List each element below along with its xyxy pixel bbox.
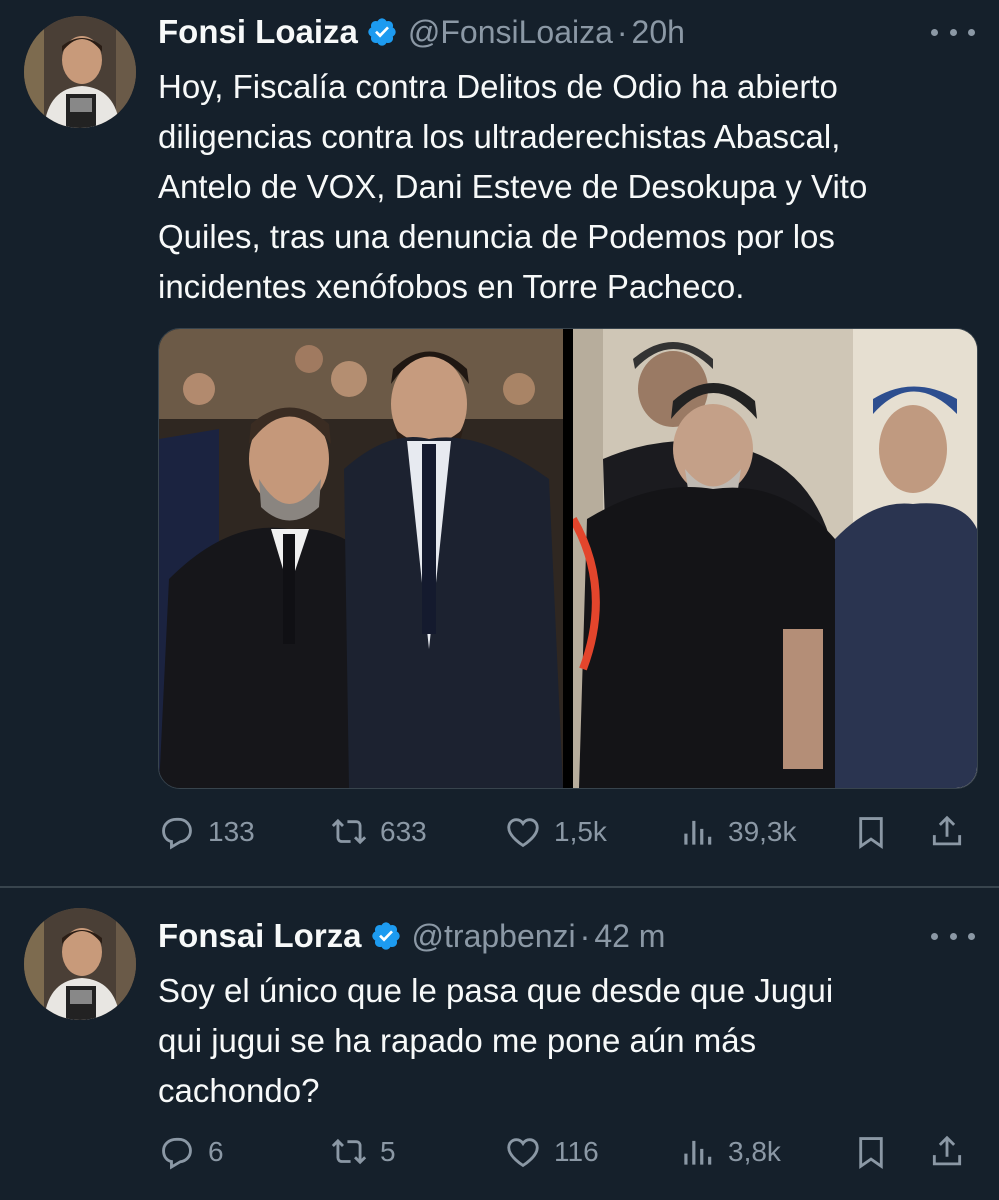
share-button[interactable] bbox=[928, 1132, 966, 1172]
bookmark-icon bbox=[859, 817, 883, 849]
views-icon bbox=[684, 1140, 712, 1165]
views-icon bbox=[684, 820, 712, 845]
avatar-photo bbox=[24, 908, 136, 1020]
bookmark-icon bbox=[859, 1137, 883, 1169]
tweet-media[interactable] bbox=[158, 328, 978, 789]
author-name[interactable]: Fonsi Loaiza bbox=[158, 13, 358, 51]
share-icon bbox=[932, 1135, 962, 1166]
views-button[interactable]: 3,8k bbox=[678, 1132, 781, 1172]
retweet-button[interactable]: 633 bbox=[330, 812, 427, 852]
tweet-text: Soy el único que le pasa que desde que J… bbox=[158, 972, 834, 1109]
avatar[interactable] bbox=[24, 16, 136, 128]
more-options-icon[interactable] bbox=[931, 916, 975, 956]
author-handle[interactable]: @trapbenzi bbox=[412, 918, 576, 955]
like-button[interactable]: 1,5k bbox=[504, 812, 607, 852]
reply-count: 6 bbox=[208, 1136, 224, 1167]
tweet-actions: 6 5 116 3,8k bbox=[158, 1132, 975, 1172]
verified-badge-icon bbox=[368, 18, 396, 46]
reply-icon bbox=[162, 1137, 192, 1170]
like-count: 1,5k bbox=[554, 816, 607, 847]
tweet-text: Hoy, Fiscalía contra Delitos de Odio ha … bbox=[158, 68, 868, 305]
verified-badge-icon bbox=[371, 922, 400, 950]
separator: · bbox=[579, 917, 591, 954]
avatar-photo bbox=[24, 16, 136, 128]
share-icon bbox=[932, 815, 962, 846]
retweet-icon bbox=[331, 1138, 367, 1165]
author-name[interactable]: Fonsai Lorza bbox=[158, 917, 362, 955]
reply-count: 133 bbox=[208, 816, 255, 847]
bookmark-button[interactable] bbox=[852, 1132, 890, 1172]
reply-button[interactable]: 6 bbox=[158, 1132, 224, 1172]
views-count: 3,8k bbox=[728, 1136, 781, 1167]
tweet[interactable]: Fonsai Lorza @trapbenzi · 42 m Soy el ún… bbox=[0, 888, 999, 1200]
photo-image bbox=[159, 329, 563, 788]
retweet-button[interactable]: 5 bbox=[330, 1132, 396, 1172]
timestamp[interactable]: 42 m bbox=[594, 918, 665, 955]
reply-button[interactable]: 133 bbox=[158, 812, 255, 852]
photo-image bbox=[573, 329, 977, 788]
heart-icon bbox=[507, 1138, 539, 1168]
photo-left[interactable] bbox=[159, 329, 563, 788]
bookmark-button[interactable] bbox=[852, 812, 890, 852]
separator: · bbox=[616, 13, 628, 50]
like-count: 116 bbox=[554, 1136, 599, 1167]
views-count: 39,3k bbox=[728, 816, 797, 847]
like-button[interactable]: 116 bbox=[504, 1132, 599, 1172]
tweet[interactable]: Fonsi Loaiza @FonsiLoaiza · 20h Hoy, Fis… bbox=[0, 0, 999, 886]
tweet-actions: 133 633 1,5k 39,3k bbox=[158, 812, 975, 852]
views-button[interactable]: 39,3k bbox=[678, 812, 797, 852]
timestamp[interactable]: 20h bbox=[632, 14, 685, 51]
photo-right[interactable] bbox=[573, 329, 977, 788]
avatar[interactable] bbox=[24, 908, 136, 1020]
retweet-icon bbox=[331, 818, 367, 845]
share-button[interactable] bbox=[928, 812, 966, 852]
reply-icon bbox=[162, 817, 192, 850]
tweet-header: Fonsi Loaiza @FonsiLoaiza · 20h bbox=[158, 12, 975, 52]
retweet-count: 633 bbox=[380, 816, 427, 847]
more-options-icon[interactable] bbox=[931, 12, 975, 52]
retweet-count: 5 bbox=[380, 1136, 396, 1167]
author-handle[interactable]: @FonsiLoaiza bbox=[408, 14, 613, 51]
heart-icon bbox=[507, 818, 539, 848]
tweet-header: Fonsai Lorza @trapbenzi · 42 m bbox=[158, 916, 975, 956]
